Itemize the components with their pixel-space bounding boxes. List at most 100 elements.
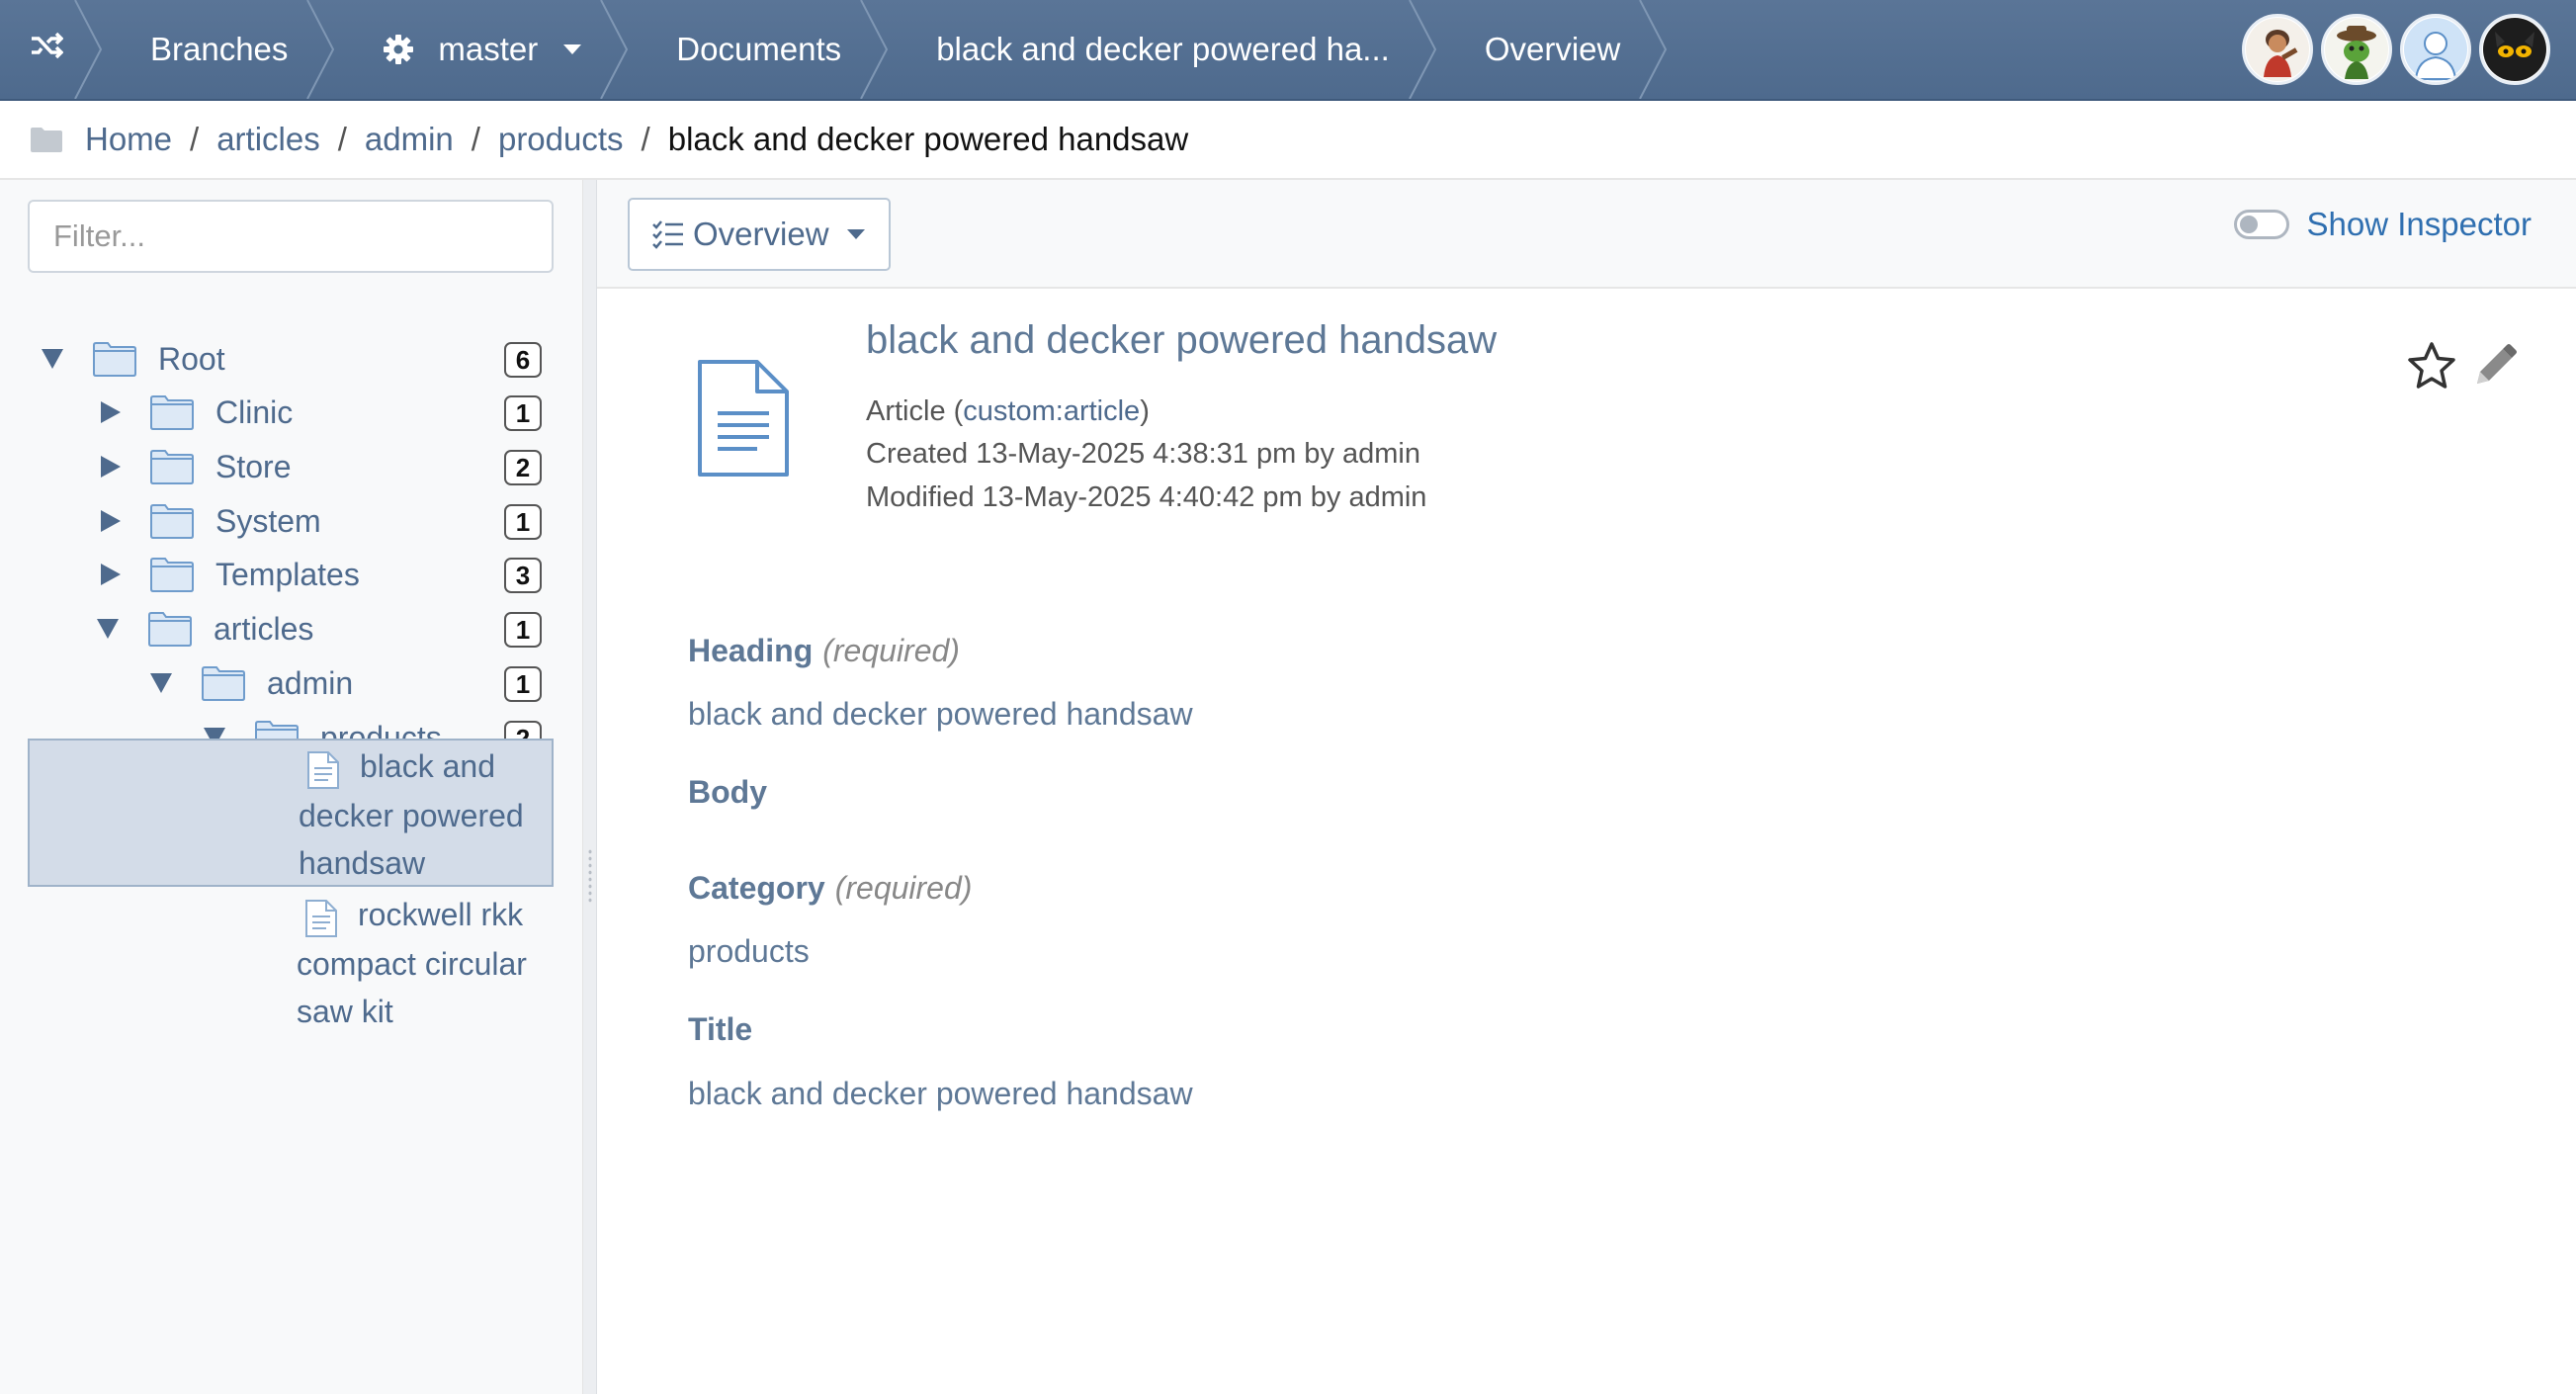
doc-label-line: decker powered [299,798,524,833]
favorite-button[interactable] [2406,340,2457,396]
star-icon [2408,342,2455,389]
document-type-link[interactable]: custom:article [963,395,1140,427]
document-type-suffix: ) [1140,395,1150,427]
count-badge: 2 [504,450,542,485]
collapsed-triangle-icon[interactable] [101,401,121,423]
tree-node-admin[interactable]: admin 1 [150,656,542,710]
pencil-icon [2477,344,2517,384]
folder-icon [148,611,192,647]
field-value-category: products [688,933,810,969]
tree-doc-rockwell[interactable]: rockwell rkk compact circular saw kit [28,889,554,1037]
field-label-title: Title [688,1011,752,1048]
view-select-button[interactable]: Overview [628,198,891,271]
nav-branches[interactable]: Branches [103,0,335,99]
tree-node-clinic[interactable]: Clinic 1 [97,386,542,439]
caret-down-icon [846,229,865,239]
tree-node-store[interactable]: Store 2 [97,440,542,493]
shuffle-button[interactable] [0,0,103,99]
expanded-triangle-icon[interactable] [150,673,172,693]
document-icon [307,751,339,789]
sidebar-tree-panel: Root 6 Clinic 1 Store 2 Syste [0,180,583,1394]
tree-node-label: Templates [215,556,360,592]
caret-down-icon [563,44,582,54]
folder-icon [150,503,194,539]
count-badge: 1 [504,395,542,431]
tree-node-root[interactable]: Root 6 [42,332,542,386]
edit-button[interactable] [2469,342,2519,396]
avatar-user-3[interactable] [2400,14,2471,85]
breadcrumb-articles[interactable]: articles [216,121,320,158]
tree-node-system[interactable]: System 1 [97,494,542,548]
user-avatars [2242,14,2550,85]
count-badge: 1 [504,666,542,702]
collapsed-triangle-icon[interactable] [101,510,121,532]
field-label-body: Body [688,774,767,811]
breadcrumb-admin[interactable]: admin [365,121,454,158]
content-toolbar: Overview Show Inspector [597,180,2576,289]
panel-resize-handle[interactable] [583,180,597,1394]
show-inspector-toggle[interactable]: Show Inspector [2233,206,2532,243]
folder-icon [150,449,194,484]
collapsed-triangle-icon[interactable] [101,564,121,585]
show-inspector-label[interactable]: Show Inspector [2307,206,2532,243]
field-label-category: Category (required) [688,870,972,907]
document-large-icon [698,360,789,477]
shuffle-icon [30,31,64,68]
doc-label-line: compact circular [297,946,527,982]
nav-branches-label: Branches [150,31,289,67]
tree-node-templates[interactable]: Templates 3 [97,548,542,601]
count-badge: 1 [504,504,542,540]
tree-node-label: Store [215,448,292,484]
avatar-user-2[interactable] [2321,14,2392,85]
document-icon [305,900,337,937]
document-modified: Modified 13-May-2025 4:40:42 pm by admin [866,481,1427,513]
nav-documents-label: Documents [676,31,842,67]
tree-doc-black-and-decker[interactable]: black and decker powered handsaw [28,739,554,887]
avatar-user-4[interactable] [2479,14,2550,85]
document-type-prefix: Article ( [866,395,964,427]
nav-branch-select[interactable]: master [335,0,629,99]
folder-icon [202,665,245,701]
tree-node-articles[interactable]: articles 1 [97,602,542,655]
nav-overview-label: Overview [1484,31,1621,67]
toggle-switch[interactable] [2233,210,2289,239]
expanded-triangle-icon[interactable] [42,349,63,369]
path-breadcrumb: Home / articles / admin / products / bla… [0,101,2576,180]
breadcrumb-home[interactable]: Home [85,121,172,158]
expanded-triangle-icon[interactable] [97,619,119,639]
folder-icon [30,126,63,153]
tree-node-label: System [215,502,321,539]
collapsed-triangle-icon[interactable] [101,456,121,478]
document-title: black and decker powered handsaw [866,318,1498,362]
nav-document[interactable]: black and decker powered ha... [889,0,1437,99]
tree-node-label: admin [267,664,354,701]
count-badge: 1 [504,612,542,648]
nav-branch-label: master [438,31,539,67]
avatar-user-1[interactable] [2242,14,2313,85]
field-label-text: Body [688,774,767,810]
doc-label-line: saw kit [297,994,393,1029]
field-label-heading: Heading (required) [688,633,960,669]
tree-node-label: Root [158,340,225,377]
breadcrumb-separator: / [641,121,650,157]
document-type: Article (custom:article) [866,395,1150,428]
grip-icon [587,848,593,904]
app-root: Branches master Documents black and deck… [0,0,2576,1394]
nav-document-label: black and decker powered ha... [936,31,1390,67]
nav-overview[interactable]: Overview [1437,0,1669,99]
document-created: Created 13-May-2025 4:38:31 pm by admin [866,438,1420,470]
filter-input[interactable] [28,200,554,273]
field-value-heading: black and decker powered handsaw [688,696,1193,732]
nav-documents[interactable]: Documents [629,0,889,99]
breadcrumb-separator: / [337,121,347,157]
main-content: Overview Show Inspector black and decker… [597,180,2576,1394]
field-label-text: Title [688,1011,753,1047]
breadcrumb-current: black and decker powered handsaw [667,121,1189,157]
required-note: (required) [822,633,960,668]
folder-icon [93,341,136,377]
field-label-text: Heading [688,633,814,668]
doc-label-line: rockwell rkk [358,897,524,932]
breadcrumb-products[interactable]: products [498,121,624,158]
top-navbar: Branches master Documents black and deck… [0,0,2576,101]
doc-label-line: handsaw [299,845,426,881]
